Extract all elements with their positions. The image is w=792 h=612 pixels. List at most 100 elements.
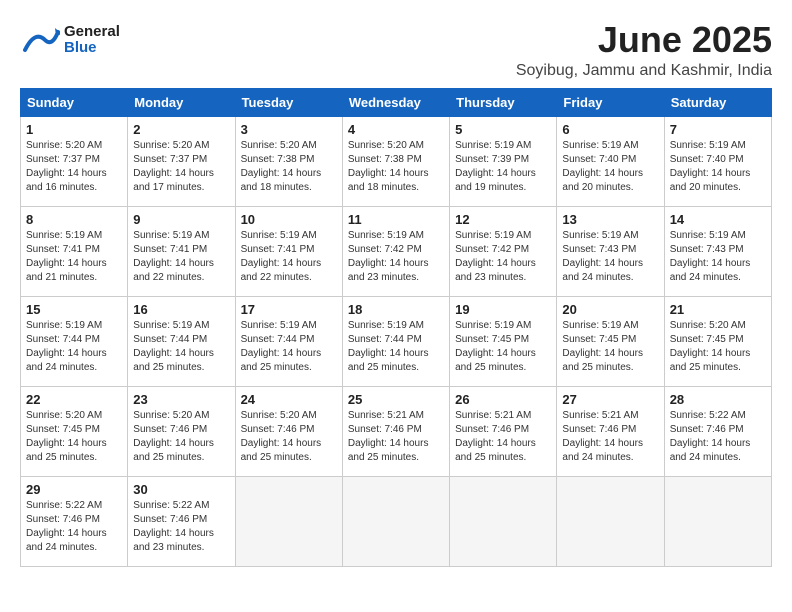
day-number: 16 (133, 302, 229, 317)
calendar-week-row: 8 Sunrise: 5:19 AMSunset: 7:41 PMDayligh… (21, 206, 772, 296)
calendar-cell: 22 Sunrise: 5:20 AMSunset: 7:45 PMDaylig… (21, 386, 128, 476)
calendar-cell: 15 Sunrise: 5:19 AMSunset: 7:44 PMDaylig… (21, 296, 128, 386)
day-number: 13 (562, 212, 658, 227)
day-number: 29 (26, 482, 122, 497)
calendar-week-row: 1 Sunrise: 5:20 AMSunset: 7:37 PMDayligh… (21, 116, 772, 206)
calendar-cell: 14 Sunrise: 5:19 AMSunset: 7:43 PMDaylig… (664, 206, 771, 296)
cell-info: Sunrise: 5:21 AMSunset: 7:46 PMDaylight:… (455, 410, 536, 463)
cell-info: Sunrise: 5:19 AMSunset: 7:45 PMDaylight:… (562, 320, 643, 373)
logo-label: General Blue (64, 24, 120, 57)
day-number: 24 (241, 392, 337, 407)
day-number: 8 (26, 212, 122, 227)
calendar-table: Sunday Monday Tuesday Wednesday Thursday… (20, 88, 772, 567)
location: Soyibug, Jammu and Kashmir, India (516, 62, 772, 80)
day-number: 6 (562, 122, 658, 137)
day-number: 30 (133, 482, 229, 497)
cell-info: Sunrise: 5:20 AMSunset: 7:37 PMDaylight:… (133, 140, 214, 193)
day-number: 2 (133, 122, 229, 137)
calendar-cell: 29 Sunrise: 5:22 AMSunset: 7:46 PMDaylig… (21, 476, 128, 566)
calendar-cell: 13 Sunrise: 5:19 AMSunset: 7:43 PMDaylig… (557, 206, 664, 296)
day-number: 10 (241, 212, 337, 227)
day-number: 27 (562, 392, 658, 407)
col-sunday: Sunday (21, 88, 128, 116)
month-title: June 2025 (516, 20, 772, 60)
col-thursday: Thursday (450, 88, 557, 116)
cell-info: Sunrise: 5:21 AMSunset: 7:46 PMDaylight:… (562, 410, 643, 463)
logo-blue-text: Blue (64, 40, 120, 57)
calendar-cell: 23 Sunrise: 5:20 AMSunset: 7:46 PMDaylig… (128, 386, 235, 476)
logo: General Blue (20, 20, 120, 60)
calendar-cell: 2 Sunrise: 5:20 AMSunset: 7:37 PMDayligh… (128, 116, 235, 206)
day-number: 23 (133, 392, 229, 407)
day-number: 28 (670, 392, 766, 407)
calendar-cell: 27 Sunrise: 5:21 AMSunset: 7:46 PMDaylig… (557, 386, 664, 476)
day-number: 17 (241, 302, 337, 317)
day-number: 12 (455, 212, 551, 227)
cell-info: Sunrise: 5:20 AMSunset: 7:37 PMDaylight:… (26, 140, 107, 193)
calendar-cell: 21 Sunrise: 5:20 AMSunset: 7:45 PMDaylig… (664, 296, 771, 386)
calendar-cell (664, 476, 771, 566)
day-number: 15 (26, 302, 122, 317)
cell-info: Sunrise: 5:19 AMSunset: 7:44 PMDaylight:… (241, 320, 322, 373)
cell-info: Sunrise: 5:19 AMSunset: 7:40 PMDaylight:… (670, 140, 751, 193)
day-number: 11 (348, 212, 444, 227)
cell-info: Sunrise: 5:19 AMSunset: 7:42 PMDaylight:… (455, 230, 536, 283)
calendar-cell: 24 Sunrise: 5:20 AMSunset: 7:46 PMDaylig… (235, 386, 342, 476)
cell-info: Sunrise: 5:19 AMSunset: 7:45 PMDaylight:… (455, 320, 536, 373)
cell-info: Sunrise: 5:22 AMSunset: 7:46 PMDaylight:… (133, 500, 214, 553)
calendar-cell: 6 Sunrise: 5:19 AMSunset: 7:40 PMDayligh… (557, 116, 664, 206)
calendar-cell: 9 Sunrise: 5:19 AMSunset: 7:41 PMDayligh… (128, 206, 235, 296)
calendar-cell: 17 Sunrise: 5:19 AMSunset: 7:44 PMDaylig… (235, 296, 342, 386)
calendar-cell: 1 Sunrise: 5:20 AMSunset: 7:37 PMDayligh… (21, 116, 128, 206)
cell-info: Sunrise: 5:19 AMSunset: 7:39 PMDaylight:… (455, 140, 536, 193)
calendar-week-row: 29 Sunrise: 5:22 AMSunset: 7:46 PMDaylig… (21, 476, 772, 566)
calendar-cell: 26 Sunrise: 5:21 AMSunset: 7:46 PMDaylig… (450, 386, 557, 476)
logo-general-text: General (64, 24, 120, 41)
calendar-cell: 25 Sunrise: 5:21 AMSunset: 7:46 PMDaylig… (342, 386, 449, 476)
col-wednesday: Wednesday (342, 88, 449, 116)
cell-info: Sunrise: 5:19 AMSunset: 7:41 PMDaylight:… (26, 230, 107, 283)
cell-info: Sunrise: 5:22 AMSunset: 7:46 PMDaylight:… (670, 410, 751, 463)
day-number: 22 (26, 392, 122, 407)
cell-info: Sunrise: 5:19 AMSunset: 7:41 PMDaylight:… (133, 230, 214, 283)
calendar-week-row: 22 Sunrise: 5:20 AMSunset: 7:45 PMDaylig… (21, 386, 772, 476)
cell-info: Sunrise: 5:20 AMSunset: 7:45 PMDaylight:… (670, 320, 751, 373)
title-block: June 2025 Soyibug, Jammu and Kashmir, In… (516, 20, 772, 80)
calendar-cell: 10 Sunrise: 5:19 AMSunset: 7:41 PMDaylig… (235, 206, 342, 296)
calendar-cell (235, 476, 342, 566)
calendar-cell (450, 476, 557, 566)
col-saturday: Saturday (664, 88, 771, 116)
cell-info: Sunrise: 5:20 AMSunset: 7:45 PMDaylight:… (26, 410, 107, 463)
col-friday: Friday (557, 88, 664, 116)
calendar-cell (342, 476, 449, 566)
day-number: 7 (670, 122, 766, 137)
calendar-cell (557, 476, 664, 566)
logo-icon (20, 20, 60, 60)
calendar-cell: 3 Sunrise: 5:20 AMSunset: 7:38 PMDayligh… (235, 116, 342, 206)
day-number: 21 (670, 302, 766, 317)
cell-info: Sunrise: 5:19 AMSunset: 7:44 PMDaylight:… (133, 320, 214, 373)
day-number: 14 (670, 212, 766, 227)
calendar-header-row: Sunday Monday Tuesday Wednesday Thursday… (21, 88, 772, 116)
calendar-cell: 5 Sunrise: 5:19 AMSunset: 7:39 PMDayligh… (450, 116, 557, 206)
cell-info: Sunrise: 5:20 AMSunset: 7:38 PMDaylight:… (241, 140, 322, 193)
calendar-cell: 8 Sunrise: 5:19 AMSunset: 7:41 PMDayligh… (21, 206, 128, 296)
calendar-cell: 30 Sunrise: 5:22 AMSunset: 7:46 PMDaylig… (128, 476, 235, 566)
calendar-cell: 7 Sunrise: 5:19 AMSunset: 7:40 PMDayligh… (664, 116, 771, 206)
day-number: 25 (348, 392, 444, 407)
cell-info: Sunrise: 5:20 AMSunset: 7:38 PMDaylight:… (348, 140, 429, 193)
calendar-week-row: 15 Sunrise: 5:19 AMSunset: 7:44 PMDaylig… (21, 296, 772, 386)
calendar-cell: 19 Sunrise: 5:19 AMSunset: 7:45 PMDaylig… (450, 296, 557, 386)
cell-info: Sunrise: 5:22 AMSunset: 7:46 PMDaylight:… (26, 500, 107, 553)
cell-info: Sunrise: 5:21 AMSunset: 7:46 PMDaylight:… (348, 410, 429, 463)
calendar-cell: 28 Sunrise: 5:22 AMSunset: 7:46 PMDaylig… (664, 386, 771, 476)
cell-info: Sunrise: 5:19 AMSunset: 7:44 PMDaylight:… (26, 320, 107, 373)
cell-info: Sunrise: 5:19 AMSunset: 7:41 PMDaylight:… (241, 230, 322, 283)
col-monday: Monday (128, 88, 235, 116)
calendar-cell: 18 Sunrise: 5:19 AMSunset: 7:44 PMDaylig… (342, 296, 449, 386)
day-number: 19 (455, 302, 551, 317)
day-number: 4 (348, 122, 444, 137)
calendar-cell: 4 Sunrise: 5:20 AMSunset: 7:38 PMDayligh… (342, 116, 449, 206)
calendar-cell: 20 Sunrise: 5:19 AMSunset: 7:45 PMDaylig… (557, 296, 664, 386)
day-number: 9 (133, 212, 229, 227)
